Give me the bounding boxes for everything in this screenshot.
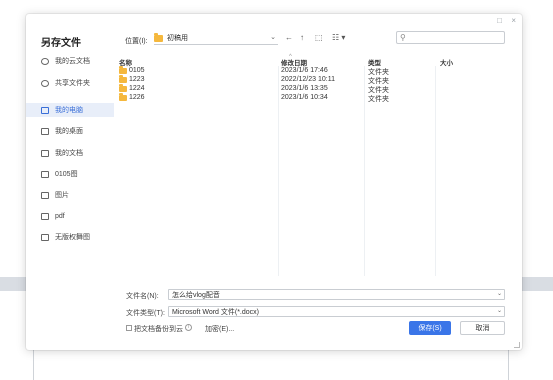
folder-icon <box>41 149 49 157</box>
file-modified: 2023/1/6 13:35 <box>281 85 328 92</box>
sidebar-item-label: 我的云文档 <box>55 58 90 65</box>
chevron-down-icon[interactable]: ⌄ <box>497 290 502 297</box>
file-name: 1226 <box>129 94 145 101</box>
location-value: 初稿用 <box>167 35 188 42</box>
file-modified: 2022/12/23 10:11 <box>281 76 335 83</box>
table-row[interactable]: 0105 2023/1/6 17:46 文件夹 <box>118 65 510 76</box>
sidebar-item-label: 我的桌面 <box>55 128 83 135</box>
up-arrow-icon[interactable]: ↑ <box>300 33 304 42</box>
share-icon <box>41 79 49 87</box>
location-label: 位置(I): <box>125 38 148 45</box>
file-name: 1223 <box>129 76 145 83</box>
sidebar-item-cloud-docs[interactable]: 我的云文档 <box>26 54 114 68</box>
filetype-value: Microsoft Word 文件(*.docx) <box>172 308 259 316</box>
backup-to-cloud-checkbox[interactable] <box>126 325 132 331</box>
file-list: 名称 ^ 修改日期 类型 大小 0105 2023/1/6 17:46 文件夹 … <box>118 54 510 276</box>
file-name-cell: 1224 <box>119 83 145 92</box>
info-icon[interactable]: i <box>185 324 192 331</box>
file-type: 文件夹 <box>368 96 389 103</box>
file-modified: 2023/1/6 10:34 <box>281 94 328 101</box>
sidebar-item-label: pdf <box>55 212 65 220</box>
chevron-down-icon: ⌄ <box>270 34 276 41</box>
sidebar-item-shared-folder[interactable]: 共享文件夹 <box>26 76 114 90</box>
filename-label: 文件名(N): <box>126 293 159 300</box>
sidebar-item-label: 无版权舞图 <box>55 234 90 241</box>
filetype-select[interactable]: Microsoft Word 文件(*.docx) ⌄ <box>168 306 505 317</box>
sidebar-item-0105[interactable]: 0105图 <box>26 167 114 181</box>
cancel-button[interactable]: 取消 <box>460 321 505 335</box>
folder-icon <box>41 212 49 220</box>
folder-icon <box>41 170 49 178</box>
sidebar-item-pictures[interactable]: 图片 <box>26 188 114 202</box>
search-icon: ⚲ <box>400 33 406 42</box>
sidebar-item-label: 图片 <box>55 192 69 199</box>
sidebar-item-my-documents[interactable]: 我的文档 <box>26 146 114 160</box>
sidebar-item-label: 共享文件夹 <box>55 80 90 87</box>
resize-grip-icon[interactable] <box>514 342 520 348</box>
filename-input[interactable]: 怎么给vlog配音 ⌄ <box>168 289 505 300</box>
file-modified: 2023/1/6 17:46 <box>281 67 328 74</box>
search-input[interactable]: ⚲ <box>396 31 505 44</box>
new-folder-icon[interactable]: ⬚ <box>315 33 323 42</box>
sidebar-item-pdf[interactable]: pdf <box>26 209 114 223</box>
folder-icon <box>41 191 49 199</box>
folder-icon <box>119 83 127 92</box>
close-icon[interactable]: × <box>511 16 516 25</box>
column-header-size[interactable]: 大小 <box>440 57 453 67</box>
table-row[interactable]: 1224 2023/1/6 13:35 文件夹 <box>118 83 510 94</box>
backup-to-cloud-label[interactable]: 把文档备份到云 <box>134 324 183 334</box>
back-arrow-icon[interactable]: ← <box>285 33 293 42</box>
sidebar-item-label: 我的文档 <box>55 150 83 157</box>
sidebar-item-label: 0105图 <box>55 171 78 178</box>
dialog-title: 另存文件 <box>41 38 81 49</box>
column-header-type[interactable]: 类型 <box>368 57 381 67</box>
save-file-dialog: □ × 另存文件 位置(I): 初稿用 ⌄ ← ↑ ⬚ ☷ ▾ ⚲ 我的云文档 … <box>26 14 522 350</box>
file-name-cell: 0105 <box>119 65 145 74</box>
folder-icon <box>119 65 127 74</box>
encrypt-link[interactable]: 加密(E)... <box>205 324 234 334</box>
cloud-icon <box>41 57 49 65</box>
table-row[interactable]: 1226 2023/1/6 10:34 文件夹 <box>118 92 510 103</box>
computer-icon <box>41 106 49 114</box>
chevron-down-icon: ⌄ <box>496 308 502 314</box>
folder-icon <box>119 74 127 83</box>
filetype-label: 文件类型(T): <box>126 310 165 317</box>
table-row[interactable]: 1223 2022/12/23 10:11 文件夹 <box>118 74 510 85</box>
desktop-icon <box>41 127 49 135</box>
view-mode-icon[interactable]: ☷ ▾ <box>332 33 345 42</box>
folder-icon <box>41 233 49 241</box>
save-button[interactable]: 保存(S) <box>409 321 451 335</box>
file-name-cell: 1226 <box>119 92 145 101</box>
folder-icon <box>154 32 163 42</box>
file-name: 0105 <box>129 67 145 74</box>
sidebar-item-label: 我的电脑 <box>55 107 83 114</box>
folder-icon <box>119 92 127 101</box>
column-header-modified[interactable]: 修改日期 <box>281 57 307 67</box>
maximize-icon[interactable]: □ <box>497 16 502 25</box>
file-name-cell: 1223 <box>119 74 145 83</box>
filename-value: 怎么给vlog配音 <box>172 291 220 299</box>
location-dropdown[interactable]: 初稿用 ⌄ <box>154 32 278 45</box>
sidebar-item-desktop[interactable]: 我的桌面 <box>26 124 114 138</box>
file-name: 1224 <box>129 85 145 92</box>
sidebar-item-royalty-free[interactable]: 无版权舞图 <box>26 230 114 244</box>
sidebar-item-my-computer[interactable]: 我的电脑 <box>26 103 114 117</box>
